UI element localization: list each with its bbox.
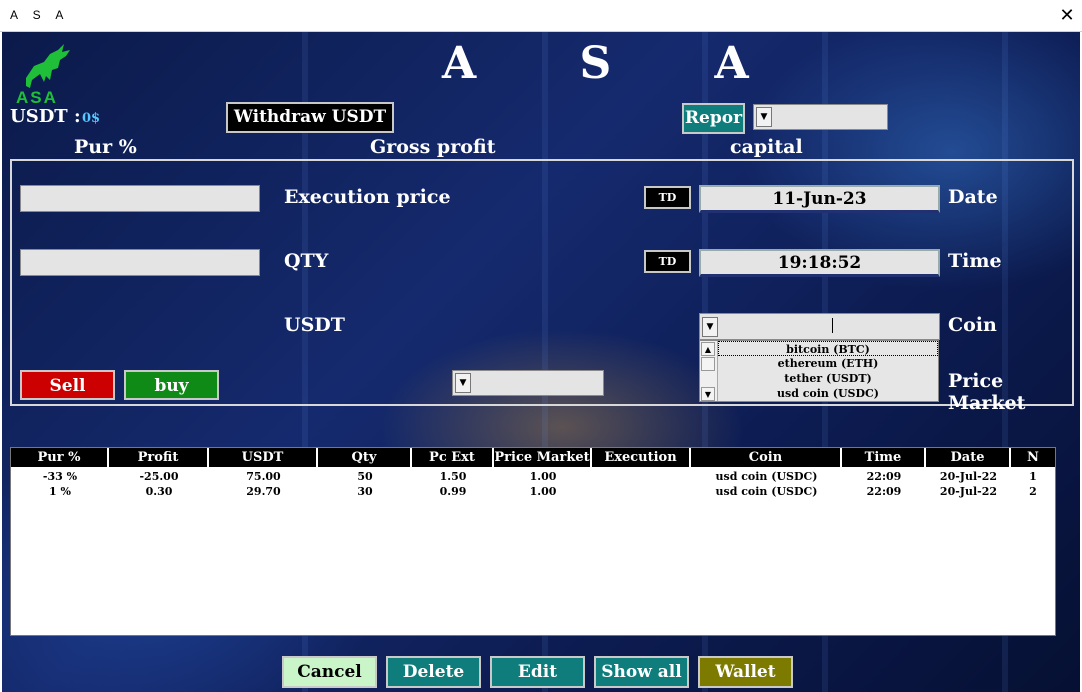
coin-option[interactable]: ethereum (ETH) (718, 356, 938, 371)
execution-price-input[interactable] (20, 185, 260, 212)
column-header[interactable]: Qty (318, 448, 412, 467)
gross-profit-header: Gross profit (370, 136, 496, 158)
column-header[interactable]: USDT (209, 448, 318, 467)
table-cell: 1 (1029, 470, 1037, 483)
chevron-down-icon[interactable]: ▼ (756, 107, 772, 127)
close-icon[interactable]: ✕ (1052, 0, 1082, 31)
coin-option[interactable]: bitcoin (BTC) (718, 341, 938, 356)
app-title: A S A (442, 38, 793, 89)
bull-icon: ASA (14, 40, 78, 107)
text-cursor (832, 318, 833, 333)
table-cell (592, 484, 691, 499)
balance-value: 0$ (82, 111, 101, 126)
table-cell: 1.00 (529, 470, 557, 483)
coin-dropdown-list[interactable]: ▲ ▼ bitcoin (BTC) ethereum (ETH) tether … (699, 340, 939, 402)
coin-label: Coin (948, 314, 997, 336)
table-cell: 30 (357, 485, 373, 498)
table-cell: 1 % (49, 485, 71, 498)
show-all-button[interactable]: Show all (594, 656, 689, 688)
window-title: A S A (10, 8, 70, 22)
scroll-down-icon[interactable]: ▼ (701, 387, 715, 401)
table-cell (592, 469, 691, 484)
table-cell: 22:09 (866, 485, 902, 498)
price-market-label: Price Market (948, 370, 1026, 414)
coin-combobox[interactable]: ▼ (699, 313, 940, 340)
date-label: Date (948, 186, 998, 208)
table-cell: 50 (357, 470, 373, 483)
td-time-button[interactable]: TD (644, 250, 691, 273)
balance-label: USDT : (10, 106, 81, 127)
qty-input[interactable] (20, 249, 260, 276)
wallet-button[interactable]: Wallet (698, 656, 793, 688)
coin-list-scrollbar[interactable]: ▲ ▼ (700, 341, 718, 401)
withdraw-usdt-button[interactable]: Withdraw USDT (226, 102, 394, 133)
time-field[interactable]: 19:18:52 (699, 249, 940, 277)
table-cell: 0.30 (145, 485, 173, 498)
usdt-label: USDT (284, 314, 345, 336)
column-header[interactable]: Date (926, 448, 1011, 467)
table-row[interactable]: -33 % -25.00 75.00 50 1.50 1.00 usd coin… (11, 469, 1055, 484)
report-button[interactable]: Repor (682, 103, 745, 134)
column-header[interactable]: Execution (592, 448, 691, 467)
table-cell: 1.00 (529, 485, 557, 498)
column-header[interactable]: Time (842, 448, 926, 467)
pur-percent-header: Pur % (74, 136, 137, 158)
table-cell: -33 % (42, 470, 78, 483)
coin-option[interactable]: tether (USDT) (718, 371, 938, 386)
chevron-down-icon[interactable]: ▼ (455, 373, 471, 393)
orders-table[interactable]: Pur % Profit USDT Qty Pc Ext Price Marke… (10, 447, 1056, 636)
edit-button[interactable]: Edit (490, 656, 585, 688)
table-cell: 2 (1029, 485, 1037, 498)
table-cell: 29.70 (246, 485, 281, 498)
table-cell: 22:09 (866, 470, 902, 483)
column-header[interactable]: Profit (109, 448, 209, 467)
table-row[interactable]: 1 % 0.30 29.70 30 0.99 1.00 usd coin (US… (11, 484, 1055, 499)
logo-text: ASA (16, 88, 58, 107)
scroll-up-icon[interactable]: ▲ (701, 342, 715, 356)
table-cell: -25.00 (139, 470, 179, 483)
coin-option[interactable]: usd coin (USDC) (718, 386, 938, 401)
table-cell: 20-Jul-22 (939, 485, 998, 498)
table-header-row: Pur % Profit USDT Qty Pc Ext Price Marke… (11, 448, 1055, 467)
execution-price-label: Execution price (284, 186, 451, 208)
window-titlebar: A S A ✕ (0, 0, 1082, 32)
column-header[interactable]: Coin (691, 448, 842, 467)
td-date-button[interactable]: TD (644, 186, 691, 209)
buy-button[interactable]: buy (124, 370, 219, 400)
scroll-thumb[interactable] (701, 357, 715, 371)
column-header[interactable]: Price Market (494, 448, 592, 467)
table-cell: usd coin (USDC) (715, 470, 818, 483)
capital-header: capital (730, 136, 803, 158)
time-label: Time (948, 250, 1002, 272)
table-cell: 75.00 (246, 470, 281, 483)
qty-label: QTY (284, 250, 329, 272)
price-market-dropdown[interactable]: ▼ (452, 370, 604, 396)
table-cell: 0.99 (439, 485, 467, 498)
sell-button[interactable]: Sell (20, 370, 115, 400)
delete-button[interactable]: Delete (386, 656, 481, 688)
column-header[interactable]: Pur % (11, 448, 109, 467)
table-cell: usd coin (USDC) (715, 485, 818, 498)
cancel-button[interactable]: Cancel (282, 656, 377, 688)
column-header[interactable]: Pc Ext (412, 448, 494, 467)
date-field[interactable]: 11-Jun-23 (699, 185, 940, 213)
table-cell: 1.50 (439, 470, 467, 483)
chevron-down-icon[interactable]: ▼ (702, 317, 718, 337)
column-header[interactable]: N (1011, 448, 1055, 467)
report-dropdown[interactable]: ▼ (753, 104, 888, 130)
table-cell: 20-Jul-22 (939, 470, 998, 483)
main-form: ASA A S A USDT : 0$ Withdraw USDT Repor … (2, 32, 1080, 692)
